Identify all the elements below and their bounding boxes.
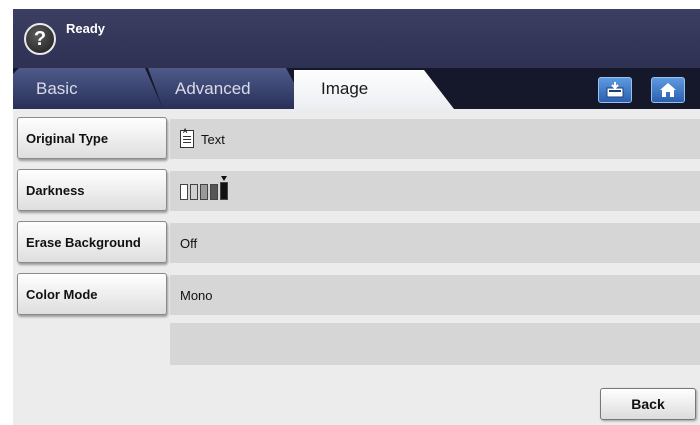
original-type-value: Text	[170, 119, 700, 159]
question-icon: ?	[33, 27, 47, 50]
darkness-segment	[210, 184, 218, 200]
darkness-value	[170, 171, 700, 211]
tab-image[interactable]: Image	[294, 70, 454, 109]
status-bar: ? Ready	[13, 9, 700, 68]
tab-basic[interactable]: Basic	[13, 68, 163, 109]
darkness-segment	[190, 184, 198, 200]
color-mode-button[interactable]: Color Mode	[17, 273, 167, 315]
original-type-text: Text	[201, 131, 225, 147]
erase-background-button[interactable]: Erase Background	[17, 221, 167, 263]
darkness-segment	[200, 184, 208, 200]
help-button[interactable]: ?	[24, 23, 56, 55]
erase-background-value: Off	[170, 223, 700, 263]
darkness-button[interactable]: Darkness	[17, 169, 167, 211]
original-type-button[interactable]: Original Type	[17, 117, 167, 159]
darkness-segment-selected	[220, 176, 228, 200]
back-button[interactable]: Back	[600, 388, 696, 420]
status-text: Ready	[66, 21, 106, 36]
color-mode-value: Mono	[170, 275, 700, 315]
tray-button[interactable]	[598, 77, 632, 103]
empty-row	[170, 323, 700, 365]
home-icon	[660, 83, 676, 97]
image-settings-panel: Original Type Text Darkness Erase Backgr…	[13, 109, 700, 425]
document-icon	[180, 129, 194, 148]
darkness-level-indicator	[180, 176, 228, 200]
tab-bar: Basic Advanced Image	[13, 68, 700, 109]
home-button[interactable]	[651, 77, 685, 103]
darkness-segment	[180, 184, 188, 200]
tray-icon	[606, 82, 624, 98]
tab-advanced[interactable]: Advanced	[148, 68, 308, 109]
